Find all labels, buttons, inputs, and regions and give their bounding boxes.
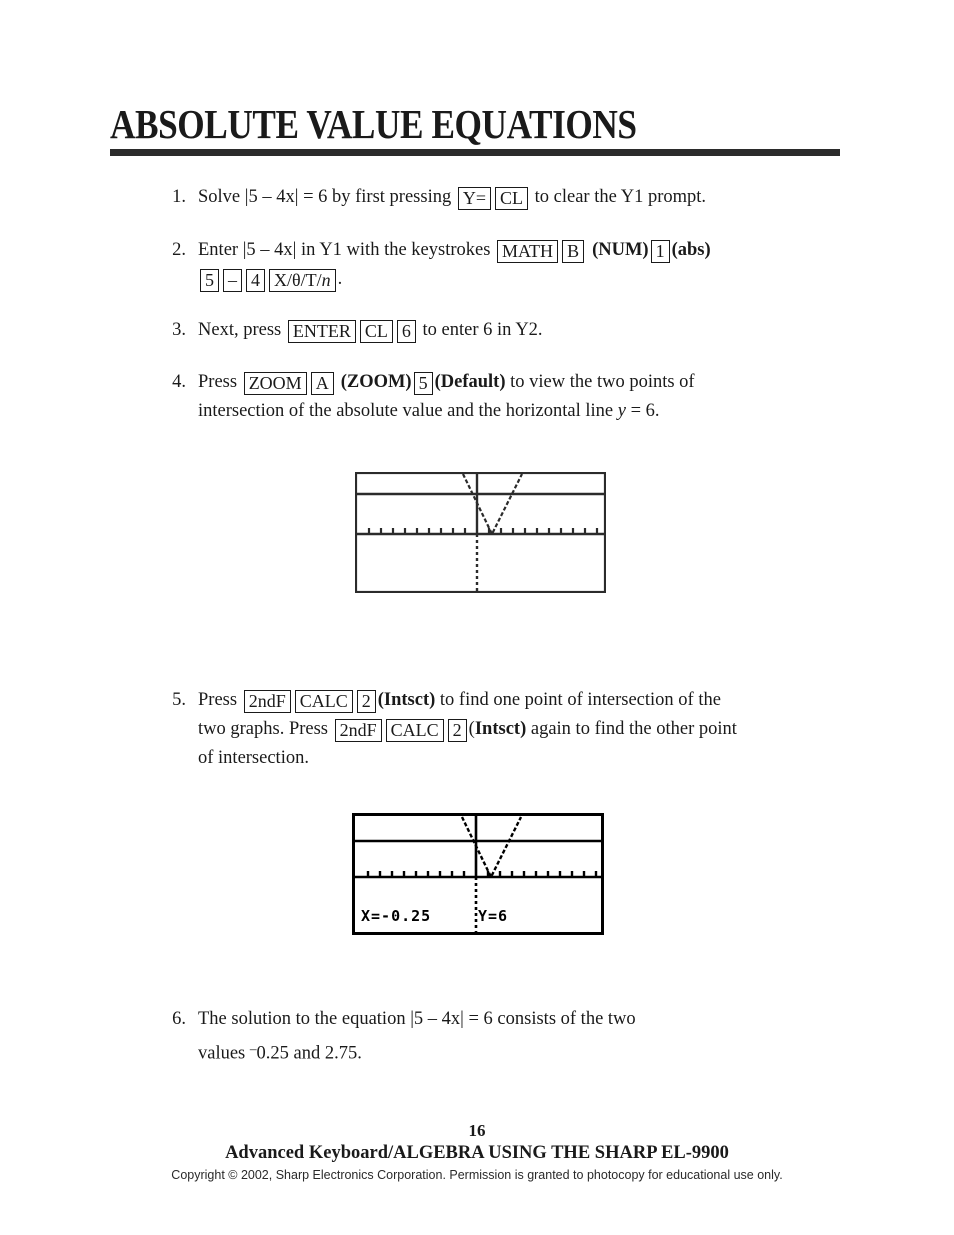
step-4-line2-a: intersection of the absolute value and t… [198, 401, 618, 421]
step-1-expression: |5 – 4x| [244, 187, 299, 207]
step-5-line2-a: two graphs. Press [198, 719, 333, 739]
key-x-theta-t-n[interactable]: X/θ/T/n [269, 269, 336, 292]
key-b[interactable]: B [562, 240, 585, 263]
title-underline-rule [110, 149, 840, 156]
key-zoom[interactable]: ZOOM [243, 372, 307, 395]
key-enter[interactable]: ENTER [287, 320, 356, 343]
step-1: 1. Solve |5 – 4x| = 6 by first pressing … [160, 183, 860, 212]
step-2-expression: |5 – 4x| [242, 240, 297, 260]
step-6-expression: |5 – 4x| [410, 1009, 464, 1029]
key-6[interactable]: 6 [396, 320, 416, 343]
key-calc-2[interactable]: CALC [385, 719, 444, 742]
step-2-text-a: Enter [198, 240, 243, 260]
key-a[interactable]: A [310, 372, 334, 395]
key-minus[interactable]: – [223, 269, 242, 292]
copyright-notice: Copyright © 2002, Sharp Electronics Corp… [171, 1168, 783, 1182]
key-cl[interactable]: CL [359, 320, 393, 343]
step-5-number: 5. [172, 690, 186, 710]
step-5: 5. Press 2ndF CALC 2 (Intsct) to find one p… [160, 686, 920, 773]
label-default: (Default) [434, 372, 506, 392]
step-5-line2-b: again to find the other point [526, 719, 737, 739]
negative-sign: – [249, 1041, 257, 1056]
key-y-equals[interactable]: Y= [457, 187, 491, 210]
step-3-text-b: to enter 6 in Y2. [417, 320, 543, 340]
readout-y-value: Y=6 [478, 907, 508, 925]
label-abs: (abs) [671, 240, 711, 260]
step-5-text-a: Press [198, 690, 242, 710]
key-5[interactable]: 5 [200, 269, 219, 292]
step-2-period: . [337, 269, 343, 289]
calculator-screen-1 [355, 472, 606, 593]
step-2-number: 2. [172, 240, 186, 260]
key-5[interactable]: 5 [413, 372, 433, 395]
step-5-text-b: to find one point of intersection of the [435, 690, 721, 710]
key-2ndf-2[interactable]: 2ndF [334, 719, 382, 742]
step-1-text-c: to clear the Y1 prompt. [530, 187, 707, 207]
page-title: ABSOLUTE VALUE EQUATIONS [110, 101, 637, 147]
readout-x-value: X=-0.25 [361, 907, 431, 925]
step-6-line2-a: values [198, 1043, 250, 1064]
step-6-text-a: The solution to the equation [198, 1009, 411, 1029]
graph-svg-2: X=-0.25 Y=6 [352, 813, 604, 935]
step-4-number: 4. [172, 372, 186, 392]
step-1-number: 1. [172, 187, 186, 207]
step-6: 6. The solution to the equation |5 – 4x|… [160, 1005, 860, 1069]
step-3-text-a: Next, press [198, 320, 286, 340]
key-4[interactable]: 4 [246, 269, 265, 292]
label-zoom: (ZOOM) [340, 372, 412, 392]
step-6-number: 6. [172, 1009, 186, 1029]
graph-svg-1 [355, 472, 606, 593]
step-3: 3. Next, press ENTER CL 6 to enter 6 in Y2… [160, 316, 860, 345]
step-5-line3: of intersection. [198, 748, 309, 768]
key-calc[interactable]: CALC [294, 690, 353, 713]
key-2[interactable]: 2 [356, 690, 376, 713]
page-number: 16 [468, 1121, 486, 1140]
step-1-text-b: = 6 by first pressing [298, 187, 456, 207]
step-2-text-b: in Y1 with the keystrokes [296, 240, 496, 260]
calculator-screen-2: X=-0.25 Y=6 [352, 813, 604, 935]
key-2ndf[interactable]: 2ndF [243, 690, 291, 713]
key-cl[interactable]: CL [495, 187, 529, 210]
step-4: 4. Press ZOOM A (ZOOM) 5 (Default) to view t… [160, 368, 900, 426]
key-2-2[interactable]: 2 [447, 719, 467, 742]
key-1[interactable]: 1 [650, 240, 670, 263]
step-3-number: 3. [172, 320, 186, 340]
step-4-variable-y: y [617, 401, 626, 421]
step-6-line2-b: 0.25 and 2.75. [256, 1043, 362, 1064]
step-4-line2-b: = 6. [625, 401, 660, 421]
label-intsct: (Intsct) [377, 690, 436, 710]
key-math[interactable]: MATH [497, 240, 559, 263]
label-num: (NUM) [592, 240, 649, 260]
step-4-text-a: Press [198, 372, 242, 392]
step-2: 2. Enter |5 – 4x| in Y1 with the keystro… [160, 236, 900, 294]
label-intsct-2: Intsct [474, 719, 521, 739]
page-footer: 16 Advanced Keyboard/ALGEBRA USING THE S… [0, 1120, 954, 1185]
book-title-line: Advanced Keyboard/ALGEBRA USING THE SHAR… [225, 1143, 729, 1163]
step-1-text-a: Solve [198, 187, 245, 207]
step-4-text-b: to view the two points of [505, 372, 695, 392]
step-6-text-b: = 6 consists of the two [463, 1009, 636, 1029]
